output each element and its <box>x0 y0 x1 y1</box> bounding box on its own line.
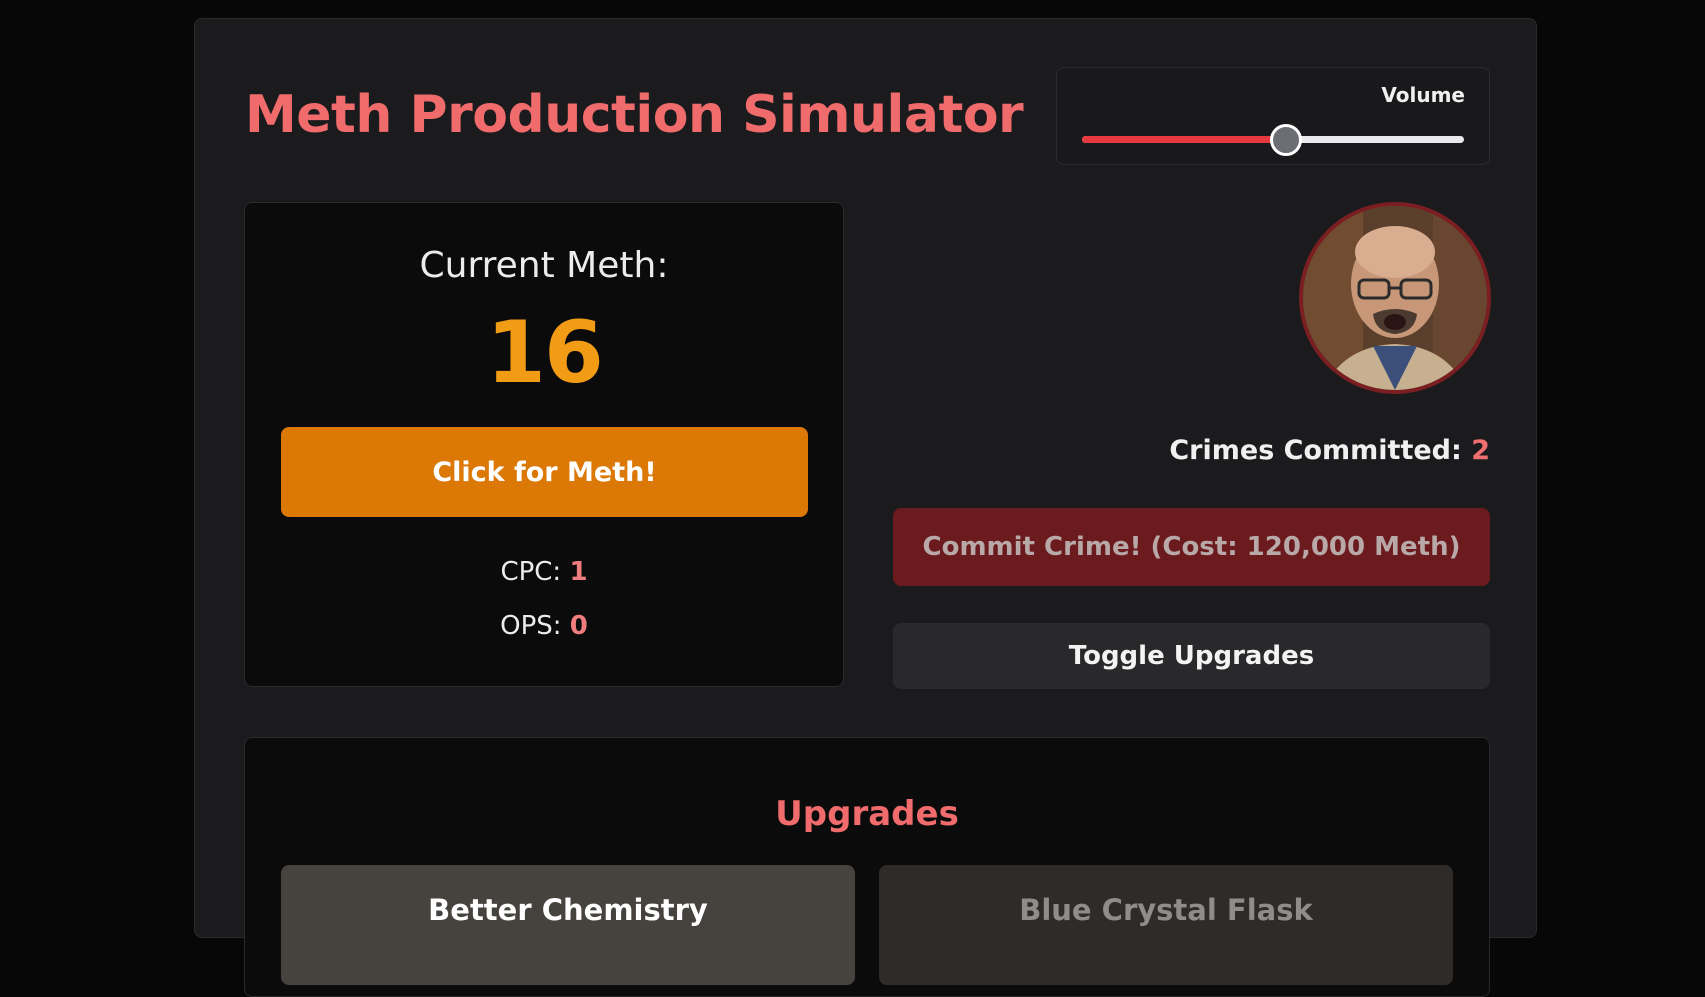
page-title: Meth Production Simulator <box>245 85 1024 145</box>
current-meth-label: Current Meth: <box>419 245 669 286</box>
ops-label: OPS: <box>500 611 570 641</box>
upgrade-card-blue-crystal-flask[interactable]: Blue Crystal Flask <box>879 865 1453 985</box>
upgrades-title: Upgrades <box>775 794 959 834</box>
current-meth-value: 16 <box>486 303 604 403</box>
volume-label: Volume <box>1381 83 1465 107</box>
toggle-upgrades-button[interactable]: Toggle Upgrades <box>893 623 1490 689</box>
ops-value: 0 <box>569 611 588 641</box>
crimes-label: Crimes Committed: <box>1169 435 1472 466</box>
cpc-label: CPC: <box>500 557 570 587</box>
volume-slider[interactable] <box>1082 124 1464 156</box>
cpc-stat: CPC: 1 <box>245 557 843 587</box>
character-avatar <box>1299 202 1491 394</box>
upgrades-panel: Upgrades Better Chemistry Blue Crystal F… <box>244 737 1490 997</box>
upgrade-name: Better Chemistry <box>428 893 708 927</box>
character-portrait-icon <box>1303 206 1487 390</box>
volume-slider-fill <box>1082 136 1285 143</box>
click-for-meth-button[interactable]: Click for Meth! <box>281 427 808 517</box>
cpc-value: 1 <box>569 557 588 587</box>
crimes-value: 2 <box>1471 435 1490 466</box>
ops-stat: OPS: 0 <box>245 611 843 641</box>
commit-crime-button[interactable]: Commit Crime! (Cost: 120,000 Meth) <box>893 508 1490 586</box>
volume-control: Volume <box>1056 67 1490 165</box>
meth-panel: Current Meth: 16 Click for Meth! CPC: 1 … <box>244 202 844 687</box>
upgrade-name: Blue Crystal Flask <box>1019 893 1313 927</box>
game-container: Meth Production Simulator Volume Current… <box>194 18 1537 997</box>
volume-slider-thumb[interactable] <box>1270 124 1303 156</box>
crimes-committed: Crimes Committed: 2 <box>1169 435 1490 466</box>
upgrade-card-better-chemistry[interactable]: Better Chemistry <box>281 865 855 985</box>
